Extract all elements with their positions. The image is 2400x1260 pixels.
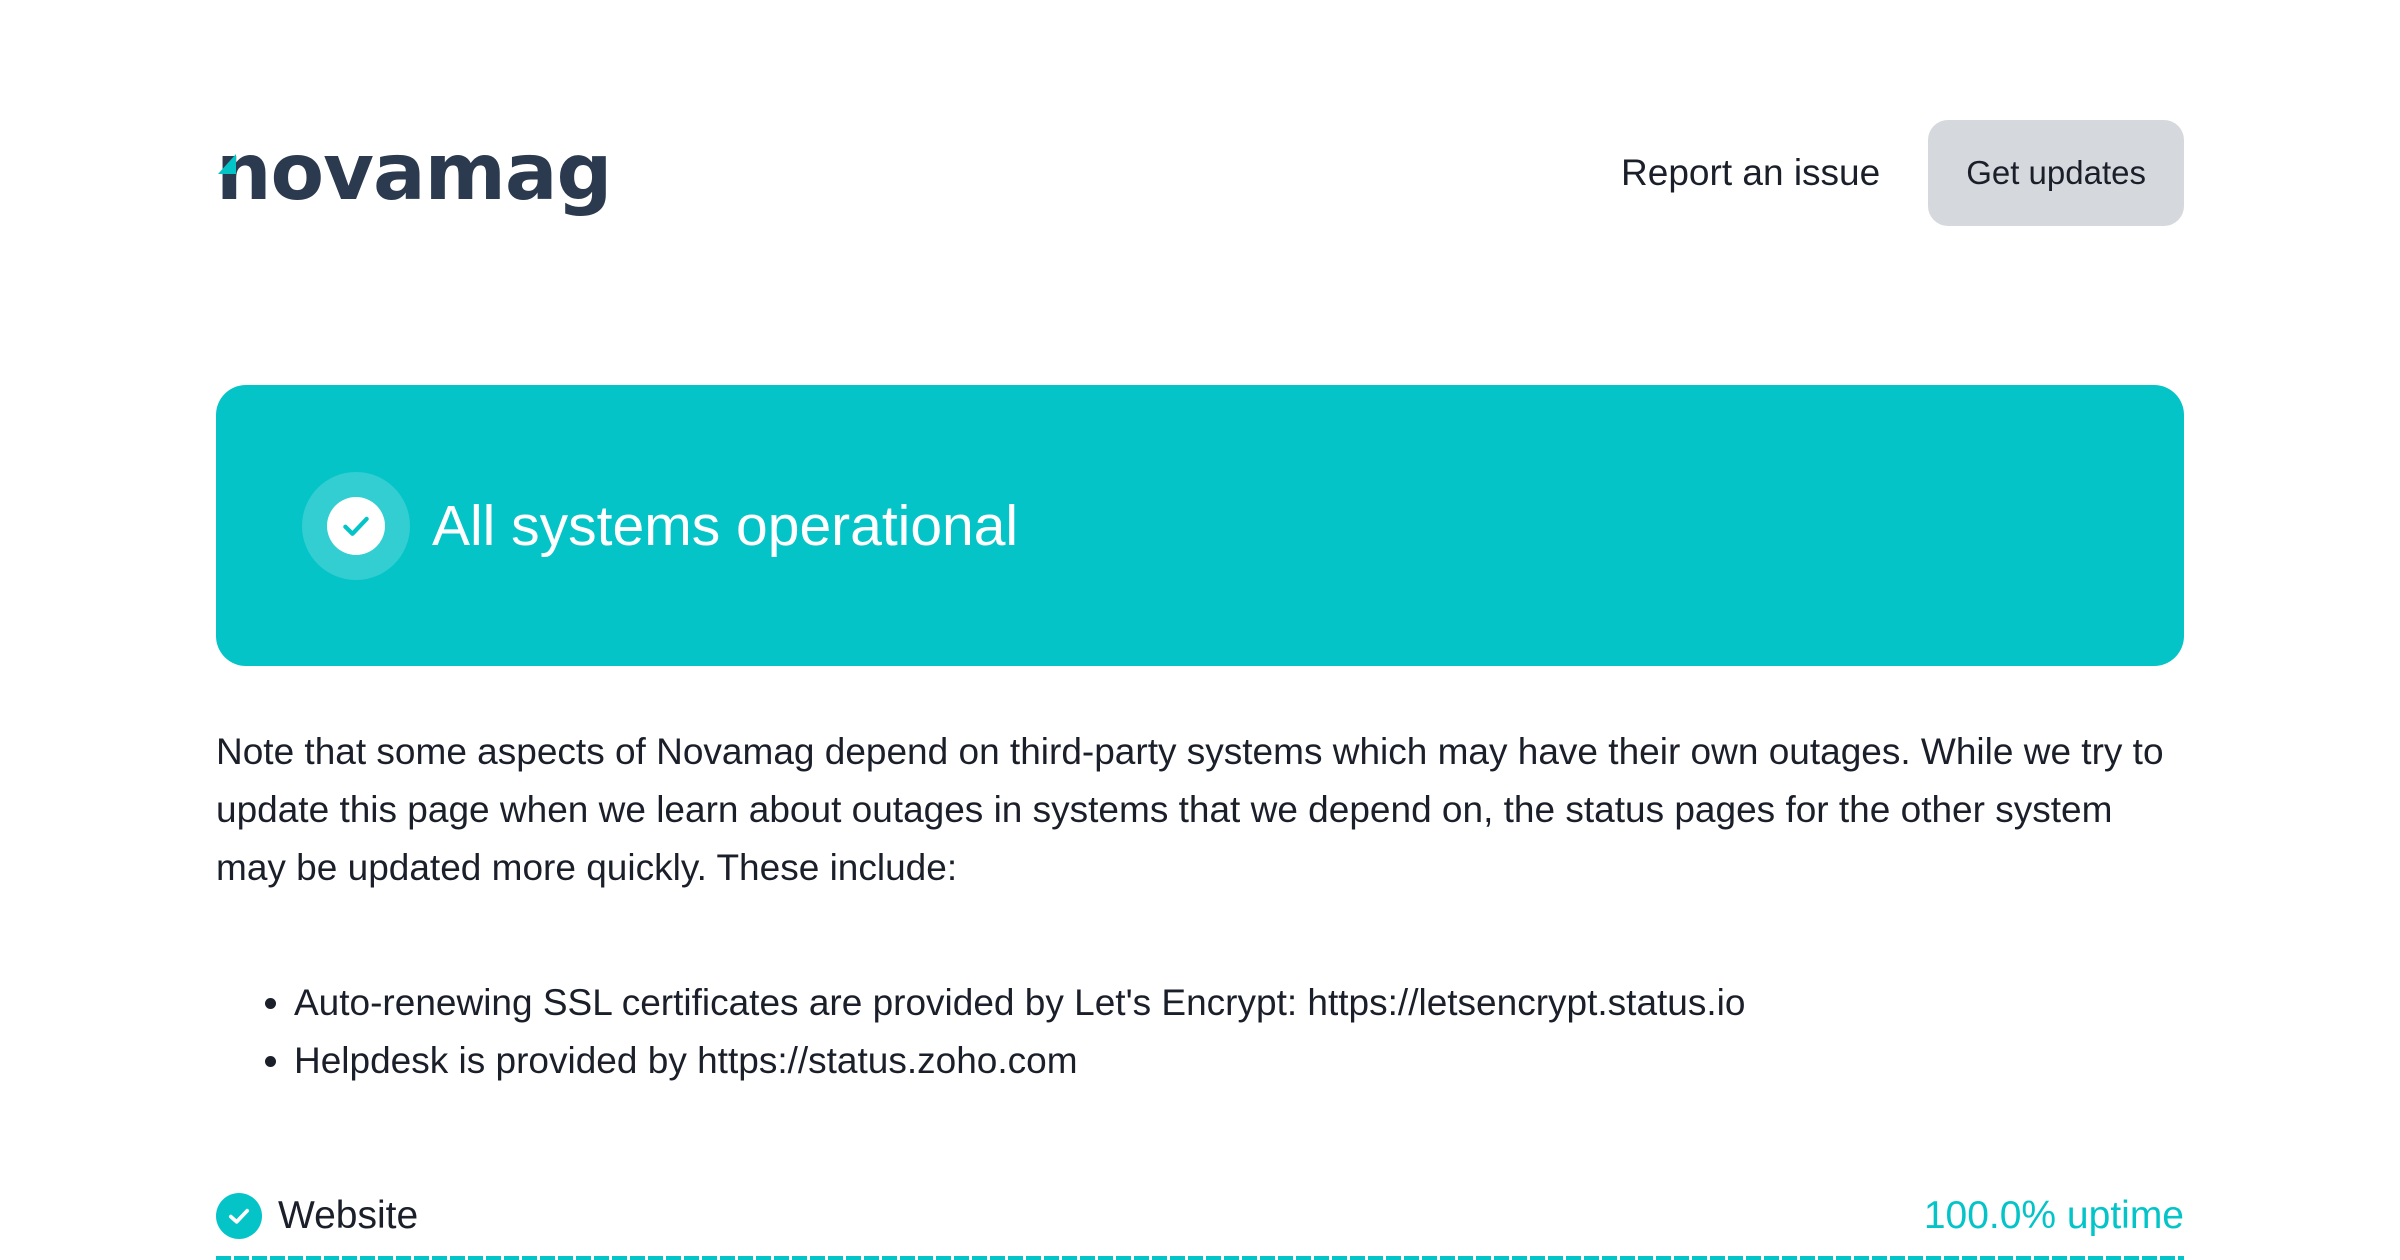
check-circle-icon bbox=[327, 496, 385, 555]
component-name: Website bbox=[278, 1194, 419, 1237]
third-party-note: Note that some aspects of Novamag depend… bbox=[216, 731, 2164, 888]
status-title: All systems operational bbox=[432, 493, 1019, 558]
component-label-group: Website bbox=[216, 1193, 418, 1239]
status-banner: All systems operational bbox=[216, 385, 2184, 666]
banner-icon-halo bbox=[302, 471, 410, 580]
report-issue-link[interactable]: Report an issue bbox=[1621, 152, 1880, 194]
component-row-website[interactable]: Website 100.0% uptime bbox=[216, 1186, 2184, 1246]
component-uptime: 100.0% uptime bbox=[1923, 1194, 2184, 1237]
get-updates-button[interactable]: Get updates bbox=[1928, 120, 2184, 226]
list-item: Helpdesk is provided by https://status.z… bbox=[294, 1032, 2184, 1090]
check-circle-icon bbox=[216, 1193, 262, 1239]
uptime-history-bar[interactable] bbox=[216, 1256, 2184, 1260]
logo-accent-mark bbox=[218, 154, 236, 174]
status-page: novamag Report an issue Get updates All … bbox=[0, 0, 2400, 1260]
logo-text: novamag bbox=[216, 128, 612, 218]
header-actions: Report an issue Get updates bbox=[1621, 120, 2184, 226]
page-header: novamag Report an issue Get updates bbox=[216, 120, 2184, 226]
list-item: Auto-renewing SSL certificates are provi… bbox=[294, 974, 2184, 1032]
dependency-list: Auto-renewing SSL certificates are provi… bbox=[216, 974, 2184, 1090]
novamag-logo[interactable]: novamag bbox=[216, 134, 612, 212]
